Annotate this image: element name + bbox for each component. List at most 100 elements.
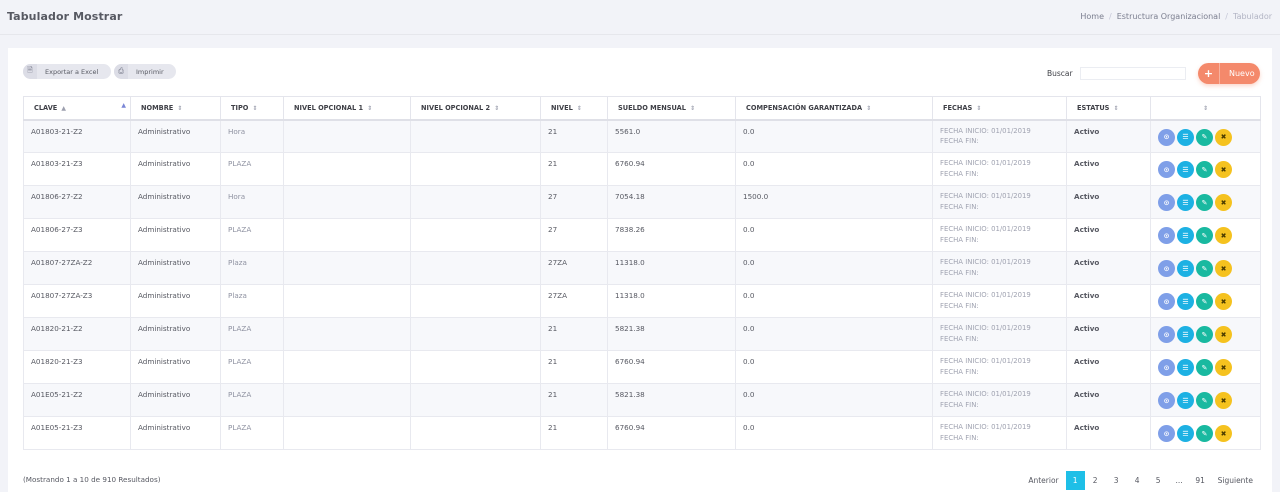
info-icon[interactable]: ⊙ xyxy=(1158,161,1175,178)
edit-icon[interactable]: ✎ xyxy=(1196,128,1213,146)
cell-nivel-opcional-2 xyxy=(410,383,541,417)
edit-icon[interactable]: ✎ xyxy=(1196,392,1213,409)
info-icon[interactable]: ⊙ xyxy=(1158,260,1175,277)
table-row[interactable]: A01803-21-Z3 Administrativo PLAZA 21 6760.94… xyxy=(23,152,1261,186)
search-input[interactable] xyxy=(1080,67,1186,80)
delete-icon[interactable]: ✖ xyxy=(1215,260,1232,277)
printer-icon: ⎙ xyxy=(114,64,128,79)
sort-icon: ⇕ xyxy=(866,104,872,112)
table-row[interactable]: A01E05-21-Z3 Administrativo PLAZA 21 6760.94… xyxy=(23,416,1261,450)
cell-acciones: ⊙ ☰ ✎ ✖ xyxy=(1150,317,1261,351)
edit-icon[interactable]: ✎ xyxy=(1196,227,1213,244)
document-icon[interactable]: ☰ xyxy=(1177,392,1194,409)
column-header-tipo[interactable]: TIPO ⇕ xyxy=(220,96,284,121)
info-icon[interactable]: ⊙ xyxy=(1158,227,1175,244)
column-header-nivel-opcional-1[interactable]: NIVEL OPCIONAL 1 ⇕ xyxy=(283,96,411,121)
cell-acciones: ⊙ ☰ ✎ ✖ xyxy=(1150,218,1261,252)
document-icon[interactable]: ☰ xyxy=(1177,161,1194,178)
cell-compensacion: 0.0 xyxy=(735,284,933,318)
breadcrumb-estructura[interactable]: Estructura Organizacional xyxy=(1117,12,1221,21)
info-icon[interactable]: ⊙ xyxy=(1158,425,1175,442)
page-4[interactable]: 4 xyxy=(1127,471,1148,490)
column-header-clave[interactable]: CLAVE ▲ ▲ xyxy=(23,96,131,121)
column-header-sueldo-mensual[interactable]: SUELDO MENSUAL ⇕ xyxy=(607,96,736,121)
document-icon[interactable]: ☰ xyxy=(1177,326,1194,343)
column-header-nivel-opcional-2[interactable]: NIVEL OPCIONAL 2 ⇕ xyxy=(410,96,541,121)
breadcrumb-separator: / xyxy=(1225,12,1228,21)
column-header-fechas[interactable]: FECHAS ⇕ xyxy=(932,96,1067,121)
document-icon[interactable]: ☰ xyxy=(1177,359,1194,376)
column-label: NIVEL OPCIONAL 1 xyxy=(294,103,364,112)
table-row[interactable]: A01E05-21-Z2 Administrativo PLAZA 21 5821.38… xyxy=(23,383,1261,417)
edit-icon[interactable]: ✎ xyxy=(1196,161,1213,178)
document-icon[interactable]: ☰ xyxy=(1177,260,1194,277)
breadcrumb-home[interactable]: Home xyxy=(1080,12,1104,21)
edit-icon[interactable]: ✎ xyxy=(1196,359,1213,376)
delete-icon[interactable]: ✖ xyxy=(1215,326,1232,343)
document-icon[interactable]: ☰ xyxy=(1177,128,1194,146)
document-icon[interactable]: ☰ xyxy=(1177,194,1194,211)
delete-icon[interactable]: ✖ xyxy=(1215,128,1232,146)
column-header-acciones[interactable]: ⇕ xyxy=(1150,96,1261,121)
page-5[interactable]: 5 xyxy=(1148,471,1169,490)
cell-nombre: Administrativo xyxy=(130,350,221,384)
table-row[interactable]: A01806-27-Z3 Administrativo PLAZA 27 7838.26… xyxy=(23,218,1261,252)
cell-nombre: Administrativo xyxy=(130,317,221,351)
table-row[interactable]: A01806-27-Z2 Administrativo Hora 27 7054.18 1… xyxy=(23,185,1261,219)
table-row[interactable]: A01820-21-Z3 Administrativo PLAZA 21 6760.94… xyxy=(23,350,1261,384)
cell-tipo: Hora xyxy=(220,185,284,219)
info-icon[interactable]: ⊙ xyxy=(1158,392,1175,409)
next-page-link[interactable]: Siguiente xyxy=(1211,471,1260,490)
delete-icon[interactable]: ✖ xyxy=(1215,161,1232,178)
cell-clave: A01E05-21-Z3 xyxy=(23,416,131,450)
cell-acciones: ⊙ ☰ ✎ ✖ xyxy=(1150,185,1261,219)
edit-icon[interactable]: ✎ xyxy=(1196,326,1213,343)
delete-icon[interactable]: ✖ xyxy=(1215,425,1232,442)
info-icon[interactable]: ⊙ xyxy=(1158,128,1175,146)
breadcrumb-separator: / xyxy=(1109,12,1112,21)
table-row[interactable]: A01807-27ZA-Z2 Administrativo Plaza 27ZA 113… xyxy=(23,251,1261,285)
edit-icon[interactable]: ✎ xyxy=(1196,293,1213,310)
table-header-row: CLAVE ▲ ▲ NOMBRE ⇕ TIPO ⇕ NIVEL OPCIONAL 1 ⇕ … xyxy=(23,96,1261,121)
edit-icon[interactable]: ✎ xyxy=(1196,425,1213,442)
pagination: Anterior 1 2 3 4 5... 91 Siguiente xyxy=(1021,471,1260,490)
info-icon[interactable]: ⊙ xyxy=(1158,326,1175,343)
column-label: CLAVE xyxy=(34,103,58,112)
previous-page-link[interactable]: Anterior xyxy=(1021,471,1065,490)
info-icon[interactable]: ⊙ xyxy=(1158,194,1175,211)
edit-icon[interactable]: ✎ xyxy=(1196,194,1213,211)
document-icon[interactable]: ☰ xyxy=(1177,227,1194,244)
info-icon[interactable]: ⊙ xyxy=(1158,293,1175,310)
cell-nombre: Administrativo xyxy=(130,152,221,186)
fecha-inicio: FECHA INICIO: 01/01/2019 xyxy=(940,126,1031,135)
print-button[interactable]: ⎙ Imprimir xyxy=(114,64,176,79)
export-excel-button[interactable]: 🗎 Exportar a Excel xyxy=(23,64,111,79)
document-icon[interactable]: ☰ xyxy=(1177,425,1194,442)
edit-icon[interactable]: ✎ xyxy=(1196,260,1213,277)
delete-icon[interactable]: ✖ xyxy=(1215,392,1232,409)
cell-nivel-opcional-1 xyxy=(283,416,411,450)
delete-icon[interactable]: ✖ xyxy=(1215,227,1232,244)
delete-icon[interactable]: ✖ xyxy=(1215,194,1232,211)
cell-fechas: FECHA INICIO: 01/01/2019 FECHA FIN: xyxy=(932,317,1067,351)
page-91[interactable]: 91 xyxy=(1190,471,1211,490)
table-row[interactable]: A01803-21-Z2 Administrativo Hora 21 5561.0 0.… xyxy=(23,119,1261,153)
table-row[interactable]: A01820-21-Z2 Administrativo PLAZA 21 5821.38… xyxy=(23,317,1261,351)
new-button[interactable]: + Nuevo xyxy=(1198,63,1260,84)
cell-clave: A01803-21-Z2 xyxy=(23,119,131,153)
delete-icon[interactable]: ✖ xyxy=(1215,293,1232,310)
page-3[interactable]: 3 xyxy=(1106,471,1127,490)
page-2[interactable]: 2 xyxy=(1085,471,1106,490)
info-icon[interactable]: ⊙ xyxy=(1158,359,1175,376)
cell-nivel: 21 xyxy=(540,350,608,384)
fecha-inicio: FECHA INICIO: 01/01/2019 xyxy=(940,159,1031,167)
document-icon[interactable]: ☰ xyxy=(1177,293,1194,310)
column-header-compensacion[interactable]: COMPENSACIÓN GARANTIZADA ⇕ xyxy=(735,96,933,121)
column-header-nivel[interactable]: NIVEL ⇕ xyxy=(540,96,608,121)
table-row[interactable]: A01807-27ZA-Z3 Administrativo Plaza 27ZA 113… xyxy=(23,284,1261,318)
page-1[interactable]: 1 xyxy=(1065,471,1085,490)
column-header-nombre[interactable]: NOMBRE ⇕ xyxy=(130,96,221,121)
delete-icon[interactable]: ✖ xyxy=(1215,359,1232,376)
cell-compensacion: 1500.0 xyxy=(735,185,933,219)
column-header-estatus[interactable]: ESTATUS ⇕ xyxy=(1066,96,1151,121)
